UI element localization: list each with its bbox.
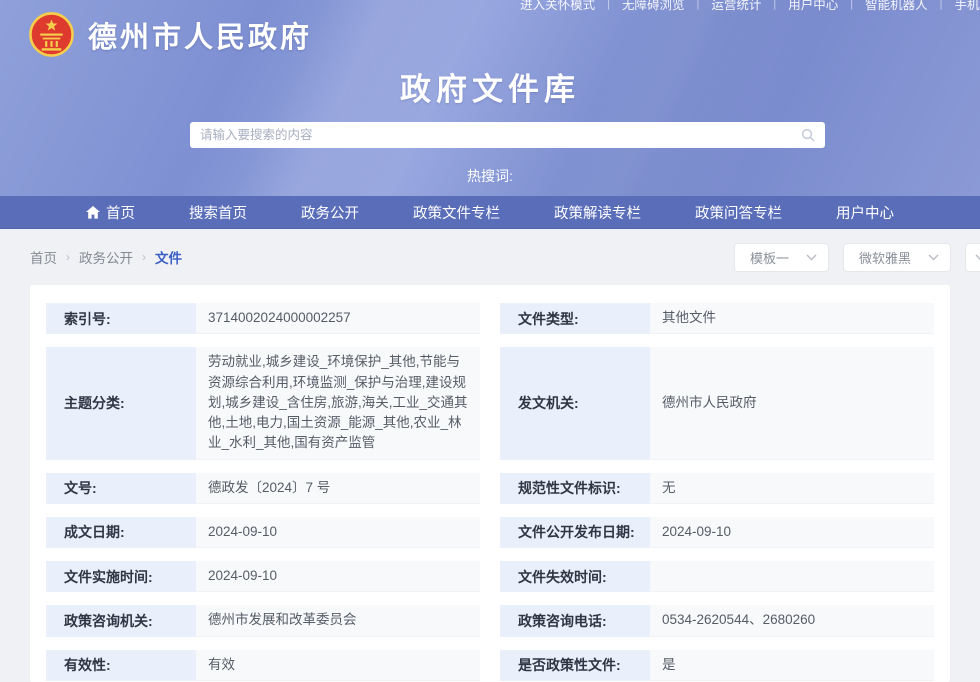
field-label-topic-category: 主题分类: [46, 347, 196, 459]
breadcrumb-current: 文件 [155, 247, 182, 267]
breadcrumb-toolbar-row: 首页 › 政务公开 › 文件 模板一 微软雅黑 [0, 229, 980, 285]
national-emblem-icon [28, 11, 75, 58]
nav-item-label: 政策文件专栏 [413, 202, 500, 223]
nav-item-label: 政务公开 [301, 202, 359, 223]
field-value-implementation-time: 2024-09-10 [196, 561, 480, 592]
field-label-implementation-time: 文件实施时间: [46, 561, 196, 592]
chevron-down-icon [928, 254, 939, 261]
template-select[interactable]: 模板一 [734, 243, 829, 272]
font-select[interactable]: 微软雅黑 [843, 243, 951, 272]
utility-link-statistics[interactable]: 运营统计 [711, 0, 761, 11]
field-value-is-policy-file: 是 [650, 650, 934, 681]
page-title: 政府文件库 [0, 64, 980, 109]
utility-link-care-mode[interactable]: 进入关怀模式 [520, 0, 595, 11]
utility-link-mobile[interactable]: 手机版 [954, 0, 980, 11]
nav-item-policy-qa[interactable]: 政策问答专栏 [668, 196, 809, 229]
field-value-topic-category: 劳动就业,城乡建设_环境保护_其他,节能与资源综合利用,环境监测_保护与治理,建… [196, 347, 480, 459]
utility-separator: | [607, 0, 610, 10]
column-gap [480, 303, 500, 334]
utility-separator: | [773, 0, 776, 10]
main-nav: 首页 搜索首页 政务公开 政策文件专栏 政策解读专栏 政策问答专栏 用户中心 [0, 196, 980, 229]
field-label-document-number: 文号: [46, 473, 196, 504]
breadcrumb: 首页 › 政务公开 › 文件 [30, 247, 182, 267]
column-gap [480, 517, 500, 548]
field-label-public-release-date: 文件公开发布日期: [500, 517, 650, 548]
breadcrumb-gov-disclosure[interactable]: 政务公开 [79, 247, 133, 267]
field-label-consulting-agency: 政策咨询机关: [46, 605, 196, 636]
breadcrumb-separator: › [142, 250, 146, 264]
field-label-expiry-time: 文件失效时间: [500, 561, 650, 592]
utility-separator: | [697, 0, 700, 10]
display-toolbar: 模板一 微软雅黑 [734, 243, 980, 272]
field-value-normative-flag: 无 [650, 473, 934, 504]
field-value-validity: 有效 [196, 650, 480, 681]
breadcrumb-separator: › [66, 250, 70, 264]
field-label-file-type: 文件类型: [500, 303, 650, 334]
field-label-consulting-phone: 政策咨询电话: [500, 605, 650, 636]
nav-item-user-center[interactable]: 用户中心 [809, 196, 921, 229]
field-value-file-type: 其他文件 [650, 303, 934, 334]
nav-item-gov-disclosure[interactable]: 政务公开 [274, 196, 386, 229]
field-value-issuing-agency: 德州市人民政府 [650, 347, 934, 459]
field-value-written-date: 2024-09-10 [196, 517, 480, 548]
breadcrumb-home[interactable]: 首页 [30, 247, 57, 267]
nav-item-home[interactable]: 首页 [59, 196, 162, 229]
site-brand[interactable]: 德州市人民政府 [28, 11, 312, 58]
hot-search-label: 热搜词: [0, 166, 980, 186]
utility-link-accessibility[interactable]: 无障碍浏览 [622, 0, 685, 11]
field-label-is-policy-file: 是否政策性文件: [500, 650, 650, 681]
column-gap [480, 650, 500, 681]
utility-separator: | [850, 0, 853, 10]
utility-nav: 进入关怀模式 | 无障碍浏览 | 运营统计 | 用户中心 | 智能机器人 | 手… [520, 0, 980, 11]
nav-item-label: 搜索首页 [189, 202, 247, 223]
field-value-index-number: 3714002024000002257 [196, 303, 480, 334]
column-gap [480, 605, 500, 636]
search-bar [190, 122, 825, 148]
utility-separator: | [940, 0, 943, 10]
nav-item-label: 首页 [106, 202, 135, 223]
field-value-document-number: 德政发〔2024〕7 号 [196, 473, 480, 504]
nav-item-label: 政策问答专栏 [695, 202, 782, 223]
search-input[interactable] [200, 128, 801, 142]
nav-item-search-home[interactable]: 搜索首页 [162, 196, 274, 229]
document-metadata-grid: 索引号: 3714002024000002257 文件类型: 其他文件 主题分类… [46, 303, 934, 682]
chevron-down-icon [806, 254, 817, 261]
utility-link-robot[interactable]: 智能机器人 [865, 0, 928, 11]
field-label-index-number: 索引号: [46, 303, 196, 334]
template-select-value: 模板一 [750, 248, 789, 267]
field-label-written-date: 成文日期: [46, 517, 196, 548]
nav-item-label: 政策解读专栏 [554, 202, 641, 223]
field-value-consulting-agency: 德州市发展和改革委员会 [196, 605, 480, 636]
document-detail-card: 索引号: 3714002024000002257 文件类型: 其他文件 主题分类… [30, 285, 950, 682]
page: { "top_utility": { "separator": "|", "it… [0, 0, 980, 682]
header-banner: 进入关怀模式 | 无障碍浏览 | 运营统计 | 用户中心 | 智能机器人 | 手… [0, 0, 980, 196]
search-icon[interactable] [801, 128, 815, 142]
column-gap [480, 473, 500, 504]
nav-item-label: 用户中心 [836, 202, 894, 223]
nav-item-policy-interpretation[interactable]: 政策解读专栏 [527, 196, 668, 229]
column-gap [480, 347, 500, 459]
utility-link-user-center[interactable]: 用户中心 [788, 0, 838, 11]
font-select-value: 微软雅黑 [859, 248, 911, 267]
size-select[interactable] [965, 243, 980, 272]
site-name: 德州市人民政府 [88, 14, 312, 56]
home-icon [86, 206, 100, 219]
column-gap [480, 561, 500, 592]
field-value-public-release-date: 2024-09-10 [650, 517, 934, 548]
field-label-issuing-agency: 发文机关: [500, 347, 650, 459]
field-label-validity: 有效性: [46, 650, 196, 681]
field-label-normative-flag: 规范性文件标识: [500, 473, 650, 504]
chevron-down-icon [975, 254, 980, 261]
field-value-consulting-phone: 0534-2620544、2680260 [650, 605, 934, 636]
nav-item-policy-files[interactable]: 政策文件专栏 [386, 196, 527, 229]
field-value-expiry-time [650, 561, 934, 592]
